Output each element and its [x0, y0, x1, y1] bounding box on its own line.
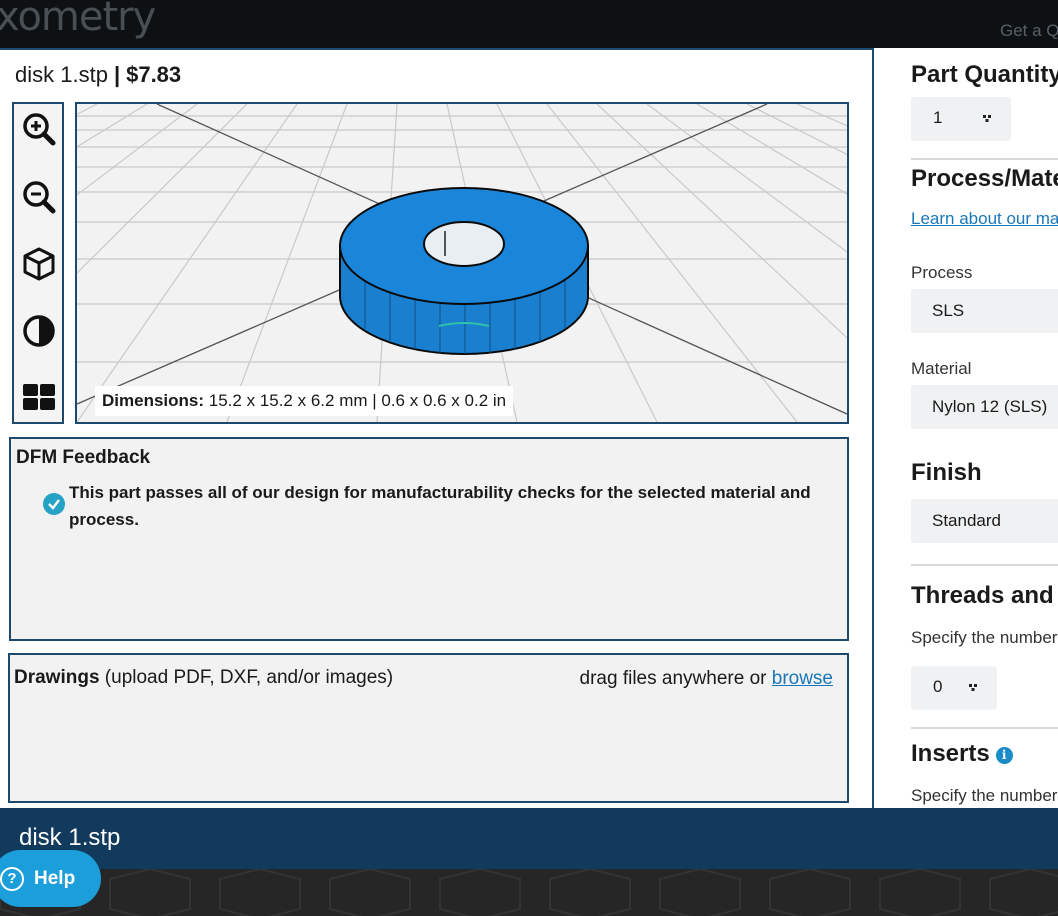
- section-divider: [911, 158, 1058, 160]
- finish-value: Standard: [932, 511, 1001, 530]
- inserts-label: Inserts: [911, 740, 990, 767]
- hexagon-pattern: [0, 869, 1058, 916]
- dimensions-value: 15.2 x 15.2 x 6.2 mm | 0.6 x 0.6 x 0.2 i…: [208, 391, 507, 410]
- part-model: [339, 187, 589, 355]
- section-divider: [911, 727, 1058, 729]
- material-value: Nylon 12 (SLS): [932, 397, 1048, 416]
- threads-title: Threads and Tapped Holes: [911, 582, 1058, 609]
- file-name: disk 1.stp: [15, 62, 108, 87]
- get-quote-link[interactable]: Get a Q: [1000, 21, 1058, 41]
- drawings-title: Drawings (upload PDF, DXF, and/or images…: [14, 667, 393, 689]
- stepper-arrows-icon: [983, 115, 991, 122]
- footer-pattern: [0, 869, 1058, 916]
- browse-link[interactable]: browse: [772, 668, 833, 689]
- finish-title: Finish: [911, 459, 982, 486]
- inserts-title: Inserts i: [911, 740, 1013, 768]
- finish-select[interactable]: Standard: [911, 499, 1058, 543]
- drawings-dropzone[interactable]: Drawings (upload PDF, DXF, and/or images…: [8, 653, 849, 803]
- quantity-value: 1: [933, 108, 943, 127]
- process-label: Process: [911, 263, 973, 282]
- zoom-in-icon: [23, 113, 56, 146]
- zoom-out-button[interactable]: [20, 178, 58, 216]
- threads-help: Specify the number of threaded holes: [911, 628, 1058, 647]
- dimensions-readout: Dimensions: 15.2 x 15.2 x 6.2 mm | 0.6 x…: [95, 386, 514, 416]
- dfm-message: This part passes all of our design for m…: [69, 483, 811, 529]
- inserts-help: Specify the number of inserts: [911, 786, 1058, 805]
- grid-icon: [23, 384, 55, 410]
- drawings-label: Drawings: [14, 667, 100, 688]
- cube-view-button[interactable]: [20, 245, 58, 283]
- header-separator: |: [113, 62, 121, 87]
- process-value: SLS: [932, 301, 965, 320]
- dfm-title: DFM Feedback: [16, 447, 151, 468]
- process-select[interactable]: SLS: [911, 289, 1058, 333]
- threads-stepper[interactable]: 0: [911, 666, 997, 710]
- drawings-upload: drag files anywhere or browse: [580, 668, 833, 690]
- dimensions-label: Dimensions:: [102, 391, 205, 410]
- file-header: disk 1.stp | $7.83: [15, 62, 181, 88]
- dfm-feedback-panel: DFM Feedback This part passes all of our…: [9, 437, 849, 641]
- cube-icon: [23, 247, 55, 281]
- bottom-file-name: disk 1.stp: [19, 824, 121, 851]
- material-label: Material: [911, 359, 972, 378]
- zoom-in-button[interactable]: [20, 110, 58, 148]
- xometry-logo[interactable]: xometry: [0, 0, 156, 40]
- threads-value: 0: [933, 677, 943, 696]
- 3d-viewer[interactable]: Dimensions: 15.2 x 15.2 x 6.2 mm | 0.6 x…: [75, 102, 849, 424]
- material-select[interactable]: Nylon 12 (SLS): [911, 385, 1058, 429]
- help-button[interactable]: ? Help: [0, 850, 101, 907]
- contrast-icon: [23, 315, 55, 347]
- quantity-stepper[interactable]: 1: [911, 97, 1011, 141]
- quantity-title: Part Quantity: [911, 61, 1058, 88]
- process-material-title: Process/Material: [911, 165, 1058, 192]
- zoom-out-icon: [23, 181, 56, 214]
- bottom-file-bar: disk 1.stp: [0, 808, 1058, 869]
- stepper-arrows-icon: [969, 684, 977, 691]
- contrast-button[interactable]: [20, 312, 58, 350]
- learn-materials-link[interactable]: Learn about our materials: [911, 209, 1058, 229]
- question-icon: ?: [0, 866, 24, 891]
- section-divider: [911, 564, 1058, 566]
- drag-hint: drag files anywhere or: [579, 668, 772, 689]
- configuration-panel: Part Quantity 1 Process/Material Learn a…: [872, 48, 1058, 808]
- drawings-hint: (upload PDF, DXF, and/or images): [99, 667, 394, 688]
- help-label: Help: [34, 867, 76, 889]
- check-circle-icon: [43, 493, 65, 515]
- viewer-toolbar: [12, 102, 64, 424]
- part-price: $7.83: [126, 62, 182, 87]
- top-bar: xometry Get a Q: [0, 0, 1058, 48]
- part-detail-panel: disk 1.stp | $7.83 Dimensions: 15.2 x 15…: [0, 48, 872, 808]
- layout-button[interactable]: [20, 378, 58, 416]
- info-icon[interactable]: i: [995, 747, 1013, 764]
